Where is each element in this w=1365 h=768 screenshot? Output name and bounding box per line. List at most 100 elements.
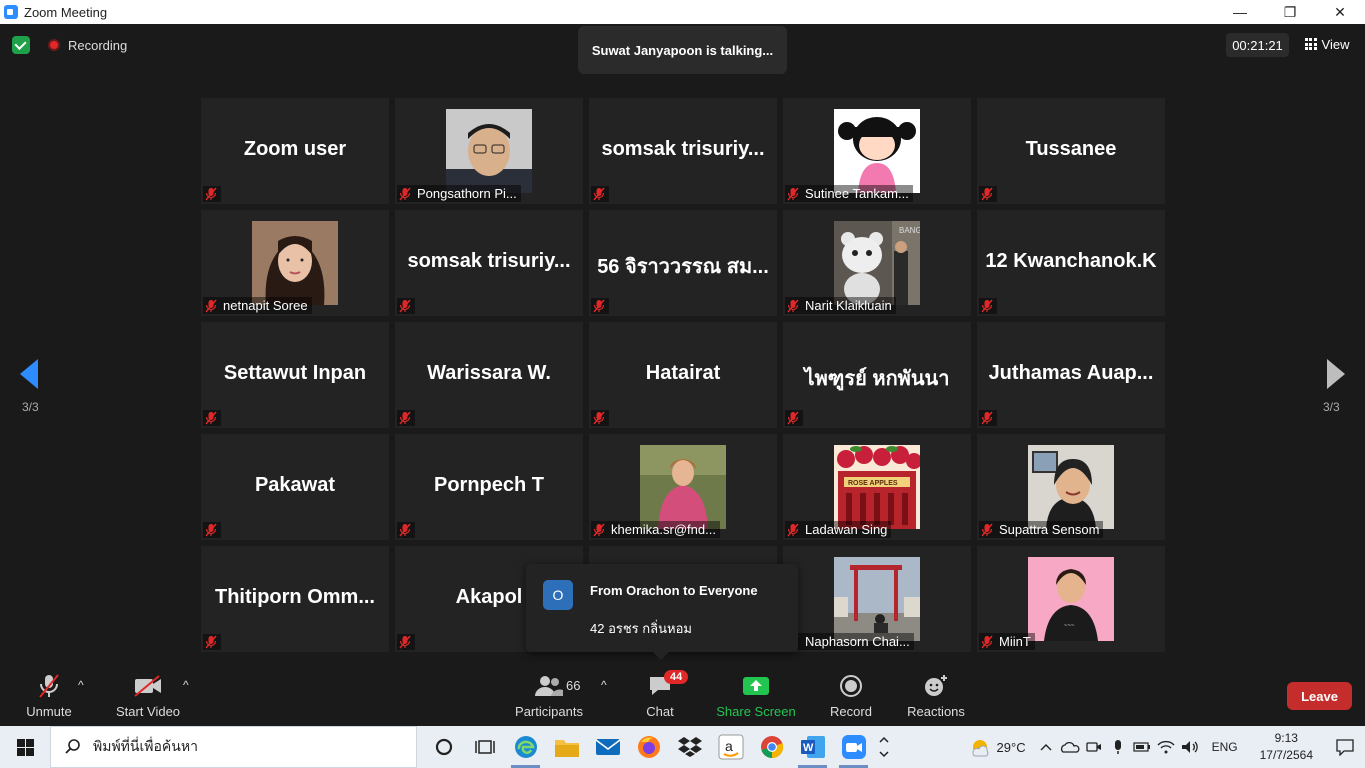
muted-microphone-icon xyxy=(37,672,61,700)
view-button[interactable]: View xyxy=(1298,32,1356,56)
taskbar-zoom[interactable] xyxy=(833,726,874,768)
reactions-button[interactable]: Reactions xyxy=(906,672,966,719)
meeting-area: Recording Suwat Janyapoon is talking... … xyxy=(0,24,1365,726)
recording-label: Recording xyxy=(68,37,128,53)
participant-tile[interactable]: 56 จิราววรรณ สม... xyxy=(589,210,777,316)
participant-tile[interactable]: BANG Narit Klaikluain xyxy=(783,210,971,316)
onedrive-cloud-icon[interactable] xyxy=(1058,726,1082,768)
participant-tile[interactable]: Settawut Inpan xyxy=(201,322,389,428)
participant-tile[interactable]: ~~~ MiinT xyxy=(977,546,1165,652)
smiley-plus-icon xyxy=(923,672,949,700)
participant-tile[interactable]: khemika.sr@fnd... xyxy=(589,434,777,540)
active-speaker-banner: Suwat Janyapoon is talking... xyxy=(578,26,787,74)
minimize-button[interactable]: — xyxy=(1215,0,1265,24)
participant-tile[interactable]: ไพฑูรย์ หกพันนา xyxy=(783,322,971,428)
muted-mic-icon xyxy=(981,635,993,649)
participant-tile[interactable]: 12 Kwanchanok.K xyxy=(977,210,1165,316)
windows-taskbar: พิมพ์ที่นี่เพื่อค้นหา a W 29°C ENG 9:13 … xyxy=(0,726,1365,768)
participant-tile[interactable]: Pongsathorn Pi... xyxy=(395,98,583,204)
participant-nameplate xyxy=(203,522,221,538)
svg-text:~~~: ~~~ xyxy=(1064,623,1075,629)
participant-display-name: Pakawat xyxy=(254,474,336,496)
previous-page-arrow-icon[interactable] xyxy=(20,359,40,389)
mail-icon xyxy=(595,739,620,755)
participant-tile[interactable]: Supattra Sensom xyxy=(977,434,1165,540)
muted-mic-icon xyxy=(593,299,605,313)
next-page-arrow-icon[interactable] xyxy=(1325,359,1345,389)
search-placeholder: พิมพ์ที่นี่เพื่อค้นหา xyxy=(93,738,198,754)
muted-mic-icon xyxy=(787,411,799,425)
taskbar-word[interactable]: W xyxy=(792,726,833,768)
taskbar-file-explorer[interactable] xyxy=(546,726,587,768)
participant-tile[interactable]: netnapit Soree xyxy=(201,210,389,316)
share-screen-label: Share Screen xyxy=(716,704,796,719)
participant-tile[interactable]: ROSE APPLES Ladawan Sing xyxy=(783,434,971,540)
participant-tile[interactable]: Naphasorn Chai... xyxy=(783,546,971,652)
grid-view-icon xyxy=(1304,38,1317,50)
participant-nameplate xyxy=(203,410,221,426)
chat-notification[interactable]: O From Orachon to Everyone 42 อรชร กลิ่น… xyxy=(526,564,798,660)
muted-mic-icon xyxy=(399,635,411,649)
record-label: Record xyxy=(830,704,872,719)
restore-button[interactable]: ❐ xyxy=(1265,0,1315,24)
participant-nameplate xyxy=(591,298,609,314)
wifi-icon[interactable] xyxy=(1154,726,1178,768)
participant-nameplate xyxy=(203,186,221,202)
share-screen-button[interactable]: Share Screen xyxy=(716,672,796,719)
participant-display-name: Thitiporn Omm... xyxy=(215,586,375,608)
svg-text:W: W xyxy=(803,742,814,754)
taskbar-overflow[interactable] xyxy=(874,726,894,768)
unmute-button[interactable]: Unmute xyxy=(24,672,74,719)
cortana-button[interactable] xyxy=(423,726,464,768)
taskbar-mail[interactable] xyxy=(587,726,628,768)
participant-tile[interactable]: Pakawat xyxy=(201,434,389,540)
meet-now-icon[interactable] xyxy=(1082,726,1106,768)
participant-tile[interactable]: somsak trisuriy... xyxy=(589,98,777,204)
taskbar-clock[interactable]: 9:13 17/7/2564 xyxy=(1260,730,1313,764)
participant-nameplate xyxy=(591,410,609,426)
start-video-button[interactable]: Start Video xyxy=(114,672,182,719)
record-button[interactable]: Record xyxy=(829,672,873,719)
audio-options-caret-icon[interactable]: ^ xyxy=(78,678,84,692)
participant-tile[interactable]: Zoom user xyxy=(201,98,389,204)
taskbar-firefox[interactable] xyxy=(628,726,669,768)
weather-sun-cloud-icon[interactable] xyxy=(969,736,991,758)
participant-tile[interactable]: Thitiporn Omm... xyxy=(201,546,389,652)
temperature-text[interactable]: 29°C xyxy=(997,740,1026,755)
participant-tile[interactable]: Sutinee Tankam... xyxy=(783,98,971,204)
participant-tile[interactable]: Hatairat xyxy=(589,322,777,428)
record-icon xyxy=(839,672,863,700)
clock-date: 17/7/2564 xyxy=(1259,748,1313,762)
battery-icon[interactable] xyxy=(1130,726,1154,768)
muted-mic-icon xyxy=(205,523,217,537)
microphone-tray-icon[interactable] xyxy=(1106,726,1130,768)
participant-name-label: khemika.sr@fnd... xyxy=(611,522,716,537)
participant-tile[interactable]: somsak trisuriy... xyxy=(395,210,583,316)
volume-icon[interactable] xyxy=(1178,726,1202,768)
participant-nameplate: Sutinee Tankam... xyxy=(785,185,913,202)
video-options-caret-icon[interactable]: ^ xyxy=(183,678,189,692)
chat-message-text: 42 อรชร กลิ่นหอม xyxy=(590,621,692,636)
security-shield-icon[interactable] xyxy=(12,36,30,54)
participant-tile[interactable]: Warissara W. xyxy=(395,322,583,428)
input-language[interactable]: ENG xyxy=(1212,740,1238,754)
close-button[interactable]: ✕ xyxy=(1315,0,1365,24)
taskbar-edge[interactable] xyxy=(505,726,546,768)
tray-chevron-icon[interactable] xyxy=(1034,726,1058,768)
task-view-button[interactable] xyxy=(464,726,505,768)
taskbar-chrome[interactable] xyxy=(751,726,792,768)
start-button[interactable] xyxy=(0,726,50,768)
participants-options-caret-icon[interactable]: ^ xyxy=(601,678,607,692)
notification-center-icon[interactable] xyxy=(1325,726,1365,768)
taskbar-dropbox[interactable] xyxy=(669,726,710,768)
participant-nameplate: Supattra Sensom xyxy=(979,521,1104,538)
search-icon xyxy=(65,739,80,754)
dropbox-icon xyxy=(677,737,702,757)
participant-tile[interactable]: Pornpech T xyxy=(395,434,583,540)
participant-tile[interactable]: Juthamas Auap... xyxy=(977,322,1165,428)
participant-tile[interactable]: Tussanee xyxy=(977,98,1165,204)
participant-display-name: ไพฑูรย์ หกพันนา xyxy=(804,368,950,390)
taskbar-search-box[interactable]: พิมพ์ที่นี่เพื่อค้นหา xyxy=(50,726,417,768)
leave-button[interactable]: Leave xyxy=(1287,682,1352,710)
taskbar-amazon[interactable]: a xyxy=(710,726,751,768)
